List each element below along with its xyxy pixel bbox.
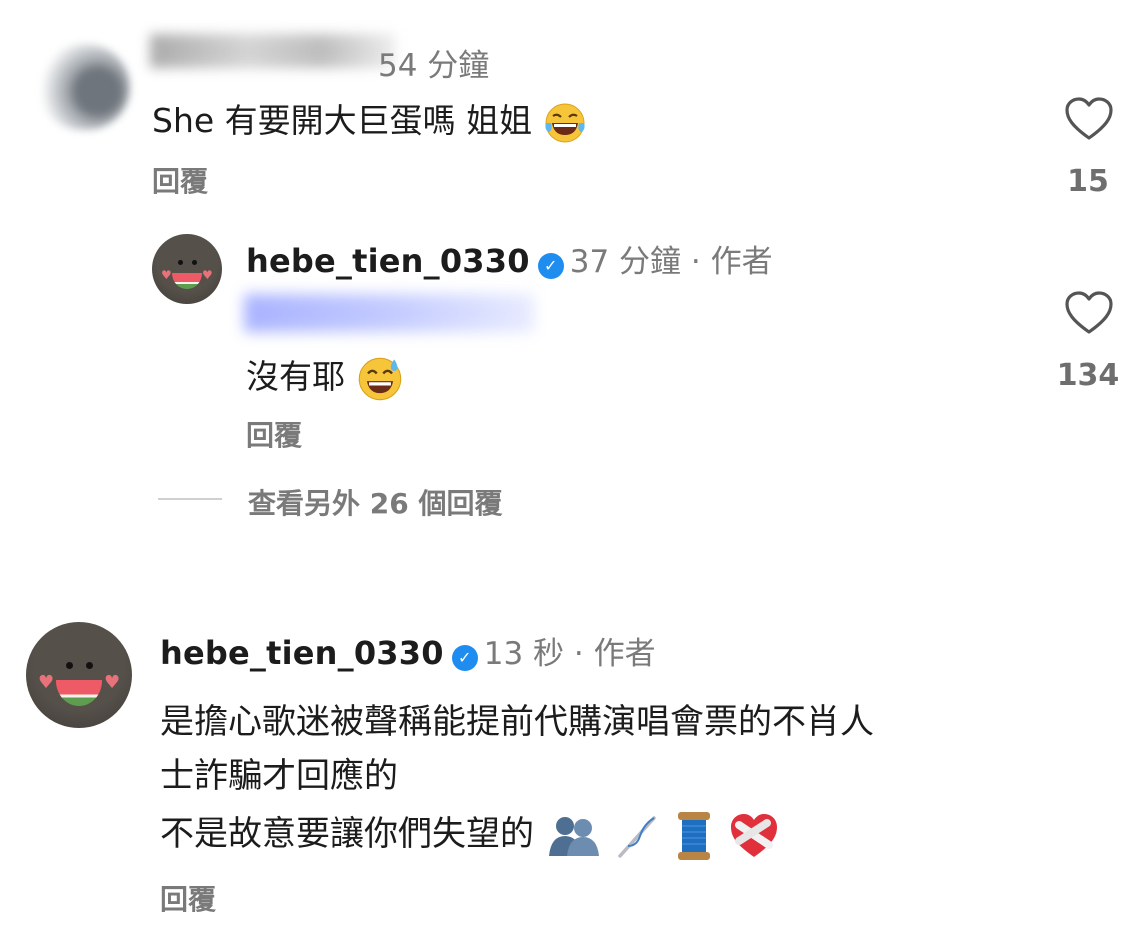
reply-text: 沒有耶 xyxy=(246,350,404,403)
sweat-smile-emoji-icon xyxy=(358,357,401,400)
author-avatar[interactable]: ♥ ♥ xyxy=(152,234,222,304)
like-count: 15 xyxy=(1067,164,1109,199)
author-username[interactable]: hebe_tien_0330 xyxy=(246,242,530,280)
comment-line-1: 是擔心歌迷被聲稱能提前代購演唱會票的不肖人 xyxy=(160,702,874,742)
view-more-replies-button[interactable]: 查看另外 26 個回覆 xyxy=(248,482,502,522)
verified-badge-icon: ✓ xyxy=(451,644,478,671)
like-heart-icon[interactable] xyxy=(1064,290,1114,336)
like-count: 134 xyxy=(1056,358,1120,393)
reply-text-content: 沒有耶 xyxy=(246,357,345,396)
reply-header: hebe_tien_0330 ✓ 37 分鐘 · 作者 xyxy=(246,236,773,283)
author-avatar[interactable]: ♥ ♥ xyxy=(26,622,132,728)
mending-heart-icon xyxy=(731,813,778,857)
reply-button[interactable]: 回覆 xyxy=(246,414,302,454)
reply-time-author: 37 分鐘 · 作者 xyxy=(569,244,773,280)
busts-in-silhouette-icon xyxy=(548,816,599,856)
sewing-needle-icon xyxy=(617,815,656,858)
comment-text: She 有要開大巨蛋嗎 姐姐 xyxy=(152,94,587,145)
reply-button[interactable]: 回覆 xyxy=(152,160,208,200)
like-heart-icon[interactable] xyxy=(1064,96,1114,142)
laughing-emoji-icon xyxy=(545,103,585,142)
comment-time: 54 分鐘 xyxy=(378,48,490,84)
spool-of-thread-icon xyxy=(678,811,711,860)
comments-screen: 54 分鐘 She 有要開大巨蛋嗎 姐姐 回覆 15 ♥ ♥ hebe_tien… xyxy=(0,0,1144,937)
comment-time-author: 13 秒 · 作者 xyxy=(483,636,656,672)
comment-line-3: 不是故意要讓你們失望的 xyxy=(160,806,781,862)
comment-line-3-text: 不是故意要讓你們失望的 xyxy=(160,814,534,854)
comment-line-2: 士詐騙才回應的 xyxy=(160,756,398,796)
view-more-divider xyxy=(158,498,222,500)
reply-button[interactable]: 回覆 xyxy=(160,878,216,918)
blurred-username[interactable] xyxy=(150,34,395,68)
author-username[interactable]: hebe_tien_0330 xyxy=(160,634,444,672)
comment-text-content: She 有要開大巨蛋嗎 姐姐 xyxy=(152,101,533,140)
verified-badge-icon: ✓ xyxy=(537,252,564,279)
comment-header: hebe_tien_0330 ✓ 13 秒 · 作者 xyxy=(160,628,656,675)
blurred-mention[interactable] xyxy=(244,294,534,332)
blurred-avatar[interactable] xyxy=(38,44,130,130)
